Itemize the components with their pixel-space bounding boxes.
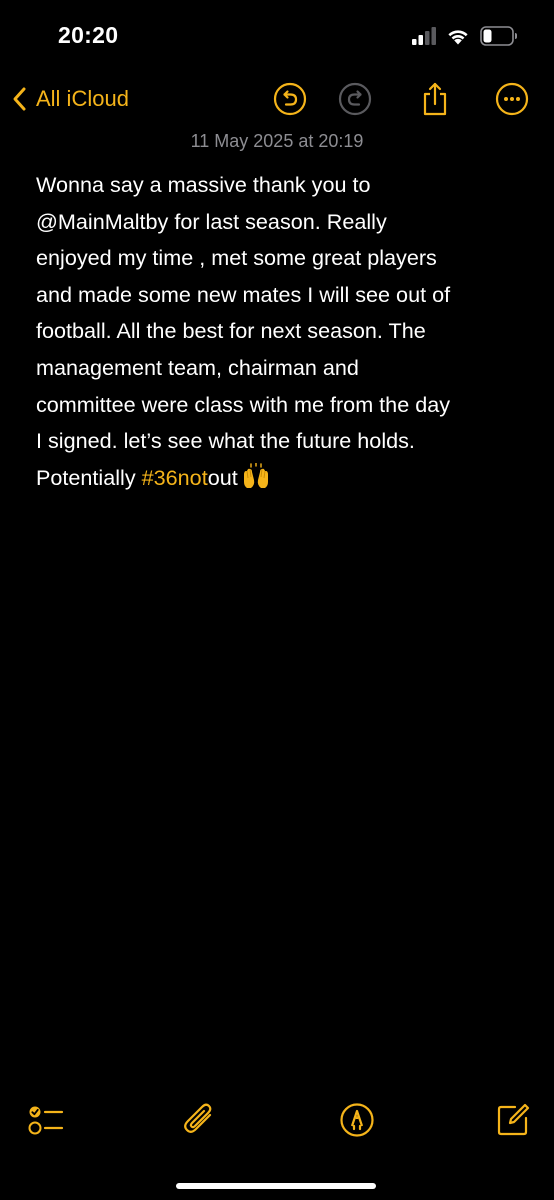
battery-icon <box>480 26 517 46</box>
status-icons <box>412 24 518 48</box>
note-line: Wonna say a massive thank you to <box>36 172 371 197</box>
back-button[interactable]: All iCloud <box>10 80 129 118</box>
share-button[interactable] <box>417 81 453 117</box>
attachment-button[interactable] <box>180 1100 220 1140</box>
more-button[interactable] <box>494 81 530 117</box>
note-date: 11 May 2025 at 20:19 <box>190 131 364 151</box>
compose-button[interactable] <box>493 1100 533 1140</box>
note-line: committee were class with me from the da… <box>36 391 451 417</box>
undo-icon <box>273 82 307 116</box>
share-icon <box>423 82 447 116</box>
note-line: I signed. let’s see what the future hold… <box>36 428 415 454</box>
raising-hands-icon <box>243 462 268 488</box>
markup-button[interactable] <box>337 1100 377 1140</box>
last-line-suffix: out <box>207 464 238 490</box>
more-icon <box>495 82 529 116</box>
hashtag-36notout[interactable]: #36not <box>142 465 208 490</box>
checklist-icon <box>28 1106 64 1135</box>
note-line: @MainMaltby for last season. Really <box>36 208 387 234</box>
undo-button[interactable] <box>272 81 308 117</box>
nav-bar: All iCloud <box>0 76 554 122</box>
cellular-signal-icon <box>412 27 436 45</box>
wifi-icon <box>448 30 468 45</box>
note-line: and made some new mates I will see out o… <box>36 281 451 307</box>
markup-pen-icon <box>340 1103 374 1137</box>
chevron-left-icon <box>13 87 26 111</box>
note-line: enjoyed my time , met some great players <box>36 245 437 271</box>
note-line: football. All the best for next season. … <box>36 318 426 344</box>
note-line-last: Potentially #36notout <box>36 460 520 501</box>
note-line: management team, chairman and <box>36 354 359 380</box>
compose-icon <box>497 1103 530 1136</box>
redo-icon <box>338 82 372 116</box>
raising-hands-emoji <box>242 462 270 501</box>
checklist-button[interactable] <box>26 1100 66 1140</box>
redo-button[interactable] <box>337 81 373 117</box>
status-bar: 20:20 <box>0 0 554 70</box>
home-indicator[interactable] <box>176 1183 376 1189</box>
last-line-prefix: Potentially <box>36 464 142 490</box>
back-label: All iCloud <box>36 86 129 111</box>
paperclip-icon <box>184 1103 212 1133</box>
status-time: 20:20 <box>58 22 119 48</box>
note-body[interactable]: Wonna say a massive thank you to @MainMa… <box>36 167 520 500</box>
